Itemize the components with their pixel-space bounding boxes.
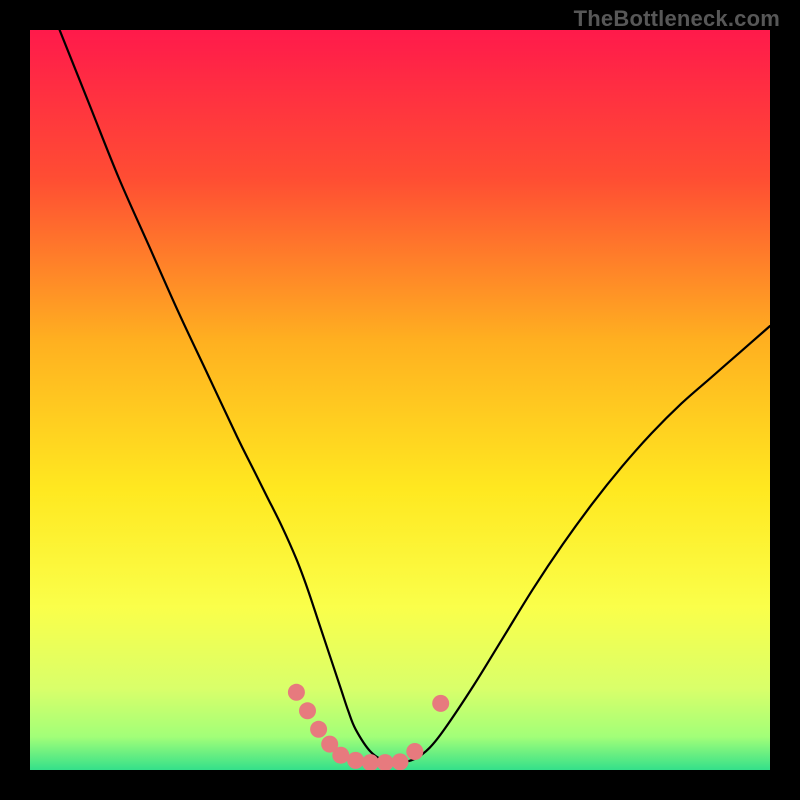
chart-frame: TheBottleneck.com xyxy=(0,0,800,800)
data-point-marker xyxy=(299,702,316,719)
data-point-marker xyxy=(288,684,305,701)
chart-svg xyxy=(30,30,770,770)
data-point-marker xyxy=(406,743,423,760)
data-point-marker xyxy=(432,695,449,712)
plot-area xyxy=(30,30,770,770)
data-point-marker xyxy=(392,753,409,770)
data-point-marker xyxy=(347,752,364,769)
data-point-marker xyxy=(332,747,349,764)
watermark-text: TheBottleneck.com xyxy=(574,6,780,32)
data-point-marker xyxy=(310,721,327,738)
